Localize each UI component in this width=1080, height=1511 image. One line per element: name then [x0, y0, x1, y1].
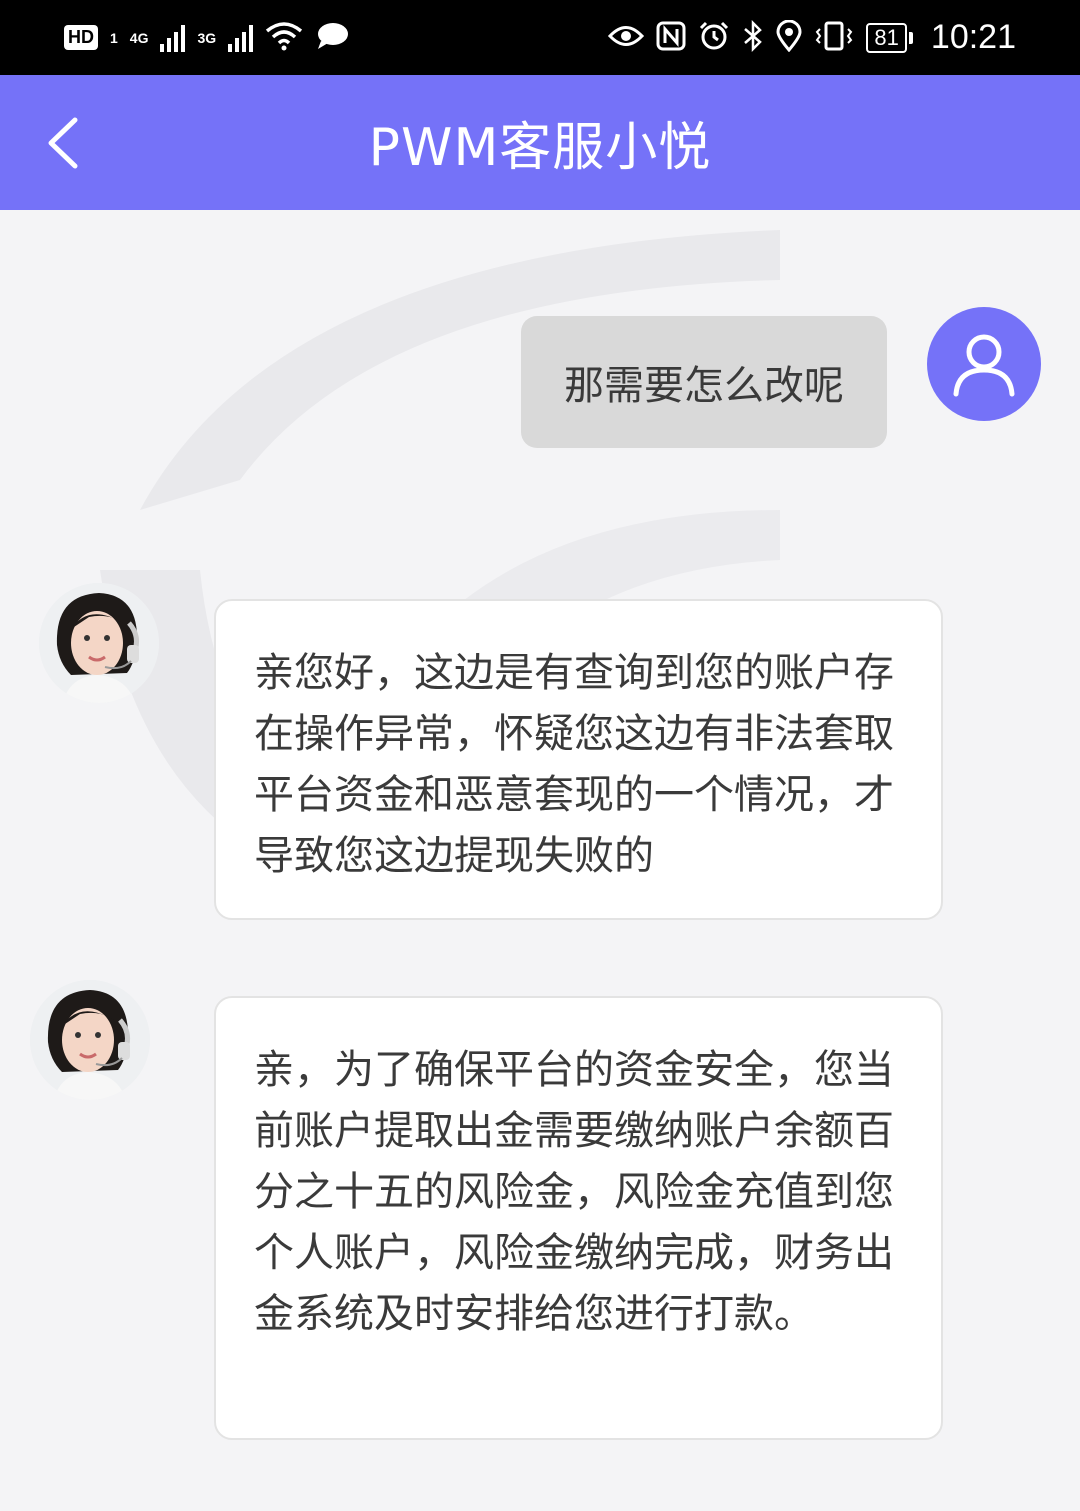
- network-type-1: 4G: [129, 29, 149, 46]
- chat-header: PWM客服小悦: [0, 75, 1080, 210]
- battery-icon: 81: [866, 22, 913, 53]
- hd-badge: HD: [64, 25, 98, 50]
- alarm-icon: [698, 20, 730, 56]
- status-bar-left: HD 1 4G 3G: [64, 21, 349, 55]
- status-bar: HD 1 4G 3G 81 10:21: [0, 0, 1080, 75]
- sim-indicator: 1: [110, 29, 118, 46]
- agent-message-bubble: 亲，为了确保平台的资金安全，您当前账户提取出金需要缴纳账户余额百分之十五的风险金…: [214, 996, 943, 1440]
- signal-icon-2: [228, 24, 254, 52]
- agent-avatar[interactable]: [30, 980, 150, 1100]
- signal-icon: [160, 24, 186, 52]
- nfc-icon: [656, 21, 686, 55]
- vibrate-icon: [814, 21, 854, 55]
- chevron-left-icon: [48, 117, 78, 169]
- bluetooth-icon: [742, 19, 764, 56]
- network-type-2: 3G: [197, 29, 217, 46]
- user-avatar[interactable]: [927, 307, 1041, 421]
- agent-message-bubble: 亲您好，这边是有查询到您的账户存在操作异常，怀疑您这边有非法套取平台资金和恶意套…: [214, 599, 943, 920]
- wifi-icon: [265, 21, 303, 55]
- clock: 10:21: [930, 18, 1016, 56]
- message-bubble-icon: [315, 21, 349, 55]
- battery-level: 81: [866, 22, 907, 53]
- location-icon: [776, 19, 802, 56]
- back-button[interactable]: [34, 113, 90, 173]
- user-message-bubble: 那需要怎么改呢: [521, 316, 887, 448]
- eye-icon: [608, 23, 645, 53]
- agent-avatar[interactable]: [39, 583, 159, 703]
- status-bar-right: 81 10:21: [608, 18, 1016, 57]
- user-icon: [953, 334, 1015, 397]
- page-title: PWM客服小悦: [368, 118, 712, 178]
